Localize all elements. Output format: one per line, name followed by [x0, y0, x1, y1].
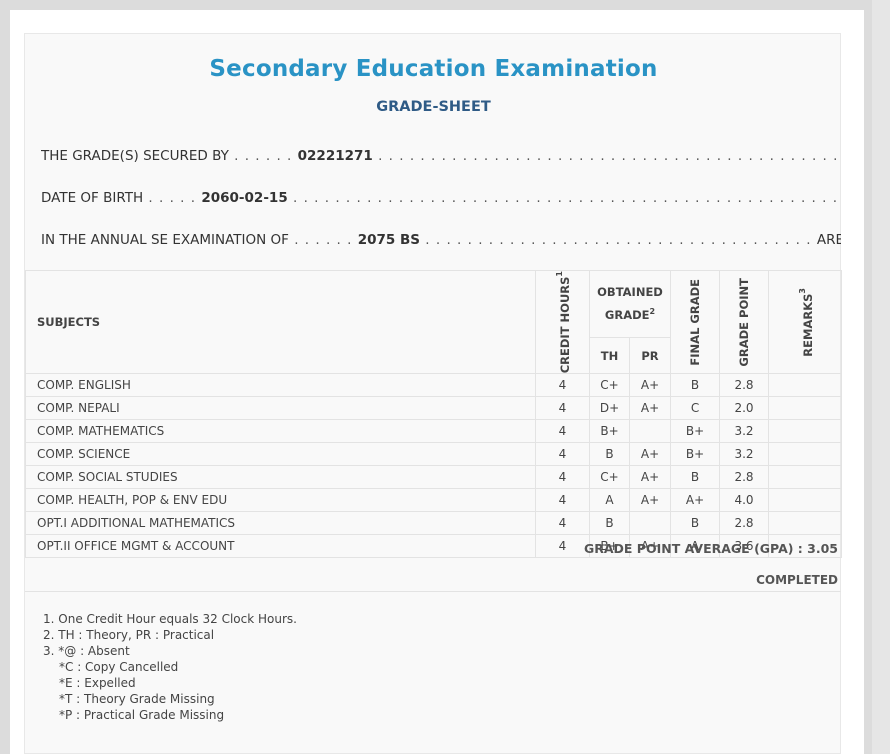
exam-label: IN THE ANNUAL SE EXAMINATION OF [41, 232, 289, 248]
credit-hours-header: CREDIT HOURS1 [535, 269, 590, 375]
footnote: *P : Practical Grade Missing [59, 708, 225, 722]
secured-by-line: THE GRADE(S) SECURED BY . . . . . . 0222… [41, 148, 841, 164]
footnote: 2. TH : Theory, PR : Practical [43, 628, 215, 642]
result-status: COMPLETED [756, 573, 838, 587]
grades-table: SUBJECTS CREDIT HOURS1 OBTAINED GRADE2 F… [25, 269, 843, 559]
footnote: *E : Expelled [59, 676, 136, 690]
table-row: OPT.I ADDITIONAL MATHEMATICS 4 B B 2.8 [25, 511, 843, 536]
grade-point-header: GRADE POINT [719, 269, 770, 375]
dob-line: DATE OF BIRTH . . . . . 2060-02-15 . . .… [41, 190, 841, 206]
exam-line: IN THE ANNUAL SE EXAMINATION OF . . . . … [41, 232, 841, 248]
footnote: *C : Copy Cancelled [59, 660, 179, 674]
exam-year: 2075 BS [357, 232, 420, 248]
table-row: COMP. HEALTH, POP & ENV EDU 4 A A+ A+ 4.0 [25, 488, 843, 513]
grade-sheet: Secondary Education Examination GRADE-SH… [24, 33, 843, 754]
th-header: TH [589, 337, 630, 375]
obtained-grade-header: OBTAINED GRADE2 [588, 269, 672, 339]
table-row: COMP. SOCIAL STUDIES 4 C+ A+ B 2.8 [25, 465, 843, 490]
table-row: COMP. NEPALI 4 D+ A+ C 2.0 [25, 396, 843, 421]
table-row: COMP. ENGLISH 4 C+ A+ B 2.8 [25, 373, 843, 398]
exam-title: Secondary Education Examination [209, 56, 658, 82]
subjects-header: SUBJECTS [25, 269, 536, 375]
dob-value: 2060-02-15 [201, 190, 288, 206]
table-row: COMP. MATHEMATICS 4 B+ B+ 3.2 [25, 419, 843, 444]
footnote: 1. One Credit Hour equals 32 Clock Hours… [43, 612, 297, 626]
table-row: COMP. SCIENCE 4 B A+ B+ 3.2 [25, 442, 843, 467]
remarks-header: REMARKS3 [768, 269, 843, 375]
symbol-number: 02221271 [297, 148, 373, 164]
dob-label: DATE OF BIRTH [41, 190, 144, 206]
divider [25, 591, 841, 592]
footnote: *T : Theory Grade Missing [59, 692, 215, 706]
grade-sheet-title: GRADE-SHEET [376, 99, 491, 115]
final-grade-header: FINAL GRADE [670, 269, 721, 375]
secured-by-label: THE GRADE(S) SECURED BY [41, 148, 229, 164]
footnote: 3. *@ : Absent [43, 644, 130, 658]
exam-suffix: ARE GIVEN BELOW [816, 232, 841, 248]
gpa-summary: GRADE POINT AVERAGE (GPA) : 3.05 [583, 541, 838, 556]
footnotes: 1. One Credit Hour equals 32 Clock Hours… [43, 611, 297, 723]
pr-header: PR [628, 337, 672, 375]
